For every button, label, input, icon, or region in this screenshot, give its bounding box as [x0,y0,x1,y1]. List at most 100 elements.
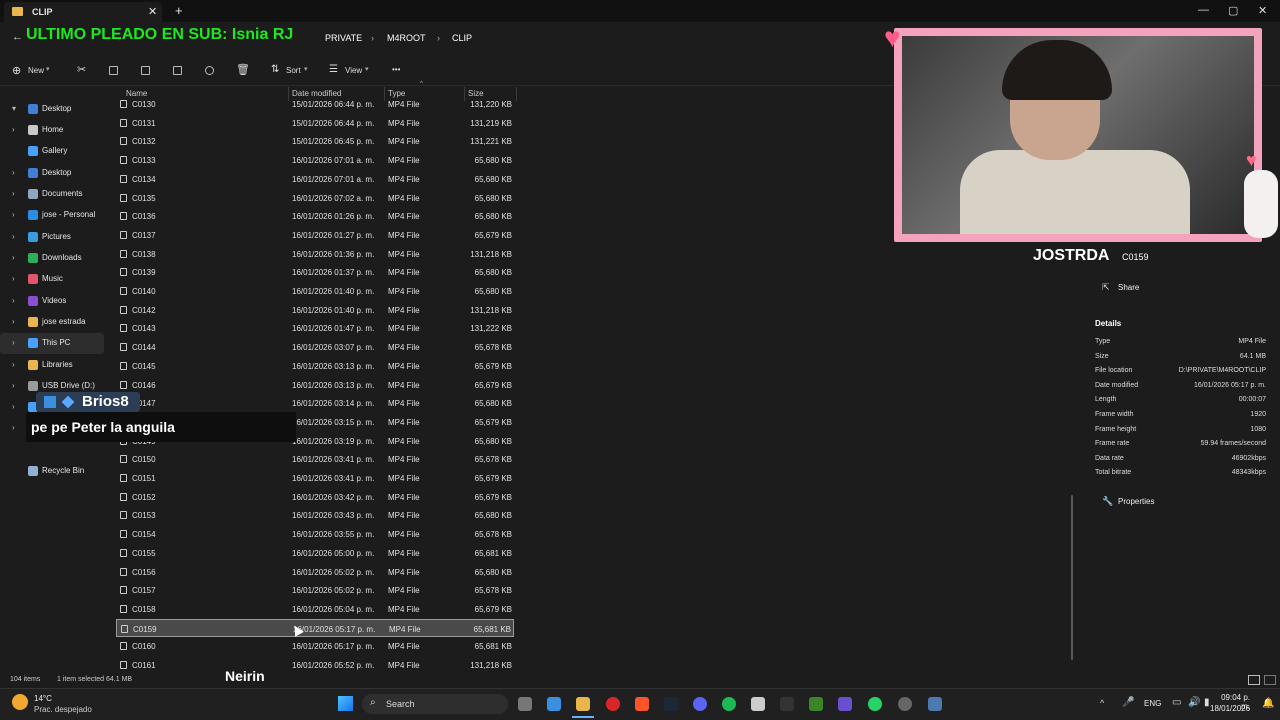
file-explorer-icon[interactable] [576,697,590,711]
table-row[interactable]: C0145 16/01/2026 03:13 p. m. MP4 File 65,67… [116,357,514,375]
sidebar-item-libraries[interactable]: › Libraries [0,355,104,376]
cut-icon[interactable]: ✂ [77,63,86,76]
language-indicator[interactable]: ENG [1144,699,1161,708]
paste-icon[interactable] [141,66,150,75]
battery-icon[interactable]: ▮ [1204,697,1210,708]
epic-games-icon[interactable] [780,697,794,711]
table-row[interactable]: C0134 16/01/2026 07:01 a. m. MP4 File 65,68… [116,170,514,188]
tray-chevron-up-icon[interactable]: ^ [1100,698,1104,708]
table-row[interactable]: C0156 16/01/2026 05:02 p. m. MP4 File 65,68… [116,563,514,581]
table-row[interactable]: C0135 16/01/2026 07:02 a. m. MP4 File 65,68… [116,189,514,207]
sidebar-item-music[interactable]: › Music [0,269,104,290]
new-button[interactable]: New [28,66,44,75]
table-row[interactable]: C0152 16/01/2026 03:42 p. m. MP4 File 65,67… [116,488,514,506]
whatsapp-icon[interactable] [868,697,882,711]
table-row[interactable]: C0132 15/01/2026 06:45 p. m. MP4 File 131,2… [116,132,514,150]
sidebar-item-downloads[interactable]: › Downloads [0,248,104,269]
steam-icon[interactable] [664,697,678,711]
table-row[interactable]: C0150 16/01/2026 03:41 p. m. MP4 File 65,67… [116,450,514,468]
chevron-icon[interactable]: › [12,296,15,305]
view-button[interactable]: View [345,66,362,75]
table-row[interactable]: C0151 16/01/2026 03:41 p. m. MP4 File 65,67… [116,469,514,487]
sidebar-item-home[interactable]: › Home [0,120,104,141]
table-row[interactable]: C0155 16/01/2026 05:00 p. m. MP4 File 65,68… [116,544,514,562]
chevron-icon[interactable]: › [12,253,15,262]
widgets-icon[interactable] [547,697,561,711]
sidebar-item-gallery[interactable]: Gallery [0,141,104,162]
table-row[interactable]: C0153 16/01/2026 03:43 p. m. MP4 File 65,68… [116,506,514,524]
sidebar-item-pictures[interactable]: › Pictures [0,227,104,248]
sidebar-item-jose-estrada[interactable]: › jose estrada [0,312,104,333]
chrome-icon[interactable] [898,697,912,711]
sidebar-item-documents[interactable]: › Documents [0,184,104,205]
sidebar-item-this-pc[interactable]: › This PC [0,333,104,354]
chevron-icon[interactable]: › [12,168,15,177]
details-view-icon[interactable] [1248,675,1260,685]
column-divider[interactable] [516,87,517,101]
properties-button[interactable]: 🔧 Properties [1096,493,1166,511]
close-window-button[interactable]: ✕ [1258,4,1267,17]
chevron-icon[interactable]: › [12,402,15,411]
network-icon[interactable]: ▭ [1172,697,1181,708]
sidebar-item-jose-personal[interactable]: › jose - Personal [0,205,104,226]
opera-icon[interactable] [606,697,620,711]
table-row[interactable]: C0154 16/01/2026 03:55 p. m. MP4 File 65,67… [116,525,514,543]
tab-close-icon[interactable]: ✕ [148,5,157,18]
minimize-button[interactable]: — [1198,4,1209,16]
sidebar-item-recycle-bin[interactable]: Recycle Bin [0,461,104,482]
clock-date[interactable]: 18/01/2026 [1210,704,1250,713]
app-icon[interactable] [838,697,852,711]
table-row[interactable]: C0138 16/01/2026 01:36 p. m. MP4 File 131,2… [116,245,514,263]
table-row[interactable]: C0140 16/01/2026 01:40 p. m. MP4 File 65,68… [116,282,514,300]
table-row[interactable]: C0139 16/01/2026 01:37 p. m. MP4 File 65,68… [116,263,514,281]
table-row[interactable]: C0143 16/01/2026 01:47 p. m. MP4 File 131,2… [116,319,514,337]
task-view-icon[interactable] [518,697,532,711]
chevron-icon[interactable]: › [12,423,15,432]
settings-gear-icon[interactable] [928,697,942,711]
new-tab-button[interactable]: + [175,3,183,18]
sidebar-item-desktop[interactable]: › Desktop [0,163,104,184]
chevron-icon[interactable]: › [12,189,15,198]
chevron-icon[interactable]: › [12,338,15,347]
sidebar-item-videos[interactable]: › Videos [0,291,104,312]
start-button-icon[interactable] [338,696,353,711]
taskbar-search[interactable]: ⌕ Search [362,694,508,714]
weather-temp[interactable]: 14°C [34,694,52,703]
table-row[interactable]: C0144 16/01/2026 03:07 p. m. MP4 File 65,67… [116,338,514,356]
tiles-view-icon[interactable] [1264,675,1276,685]
vertical-scrollbar[interactable] [1071,495,1073,660]
brave-icon[interactable] [635,697,649,711]
share-icon[interactable] [205,66,214,75]
microphone-icon[interactable]: 🎤 [1122,697,1134,708]
chevron-icon[interactable]: › [12,232,15,241]
chevron-icon[interactable]: › [12,381,15,390]
table-row[interactable]: C0158 16/01/2026 05:04 p. m. MP4 File 65,67… [116,600,514,618]
back-arrow-icon[interactable]: ← [12,31,23,43]
breadcrumb-clip[interactable]: CLIP [452,33,472,43]
chevron-icon[interactable]: › [12,125,15,134]
sidebar-item-desktop[interactable]: ▾ Desktop [0,99,104,120]
table-row[interactable]: C0136 16/01/2026 01:26 p. m. MP4 File 65,68… [116,207,514,225]
app-icon[interactable] [751,697,765,711]
breadcrumb-m4root[interactable]: M4ROOT [387,33,426,43]
tab-clip[interactable]: CLIP ✕ [4,2,162,22]
chevron-icon[interactable]: › [12,317,15,326]
table-row[interactable]: C0130 15/01/2026 06:44 p. m. MP4 File 131,2… [116,95,514,113]
table-row[interactable]: C0157 16/01/2026 05:02 p. m. MP4 File 65,67… [116,581,514,599]
delete-icon[interactable]: 🗑 [236,63,250,76]
table-row[interactable]: C0131 15/01/2026 06:44 p. m. MP4 File 131,2… [116,114,514,132]
chevron-icon[interactable]: ▾ [12,104,16,113]
volume-icon[interactable]: 🔊 [1188,697,1200,708]
breadcrumb-private[interactable]: PRIVATE [325,33,362,43]
chevron-icon[interactable]: › [12,360,15,369]
table-row[interactable]: C0147 16/01/2026 03:14 p. m. MP4 File 65,68… [116,394,514,412]
spotify-icon[interactable] [722,697,736,711]
table-row[interactable]: C0133 16/01/2026 07:01 a. m. MP4 File 65,68… [116,151,514,169]
table-row[interactable]: C0146 16/01/2026 03:13 p. m. MP4 File 65,67… [116,376,514,394]
notification-bell-icon[interactable]: 🔔 [1262,698,1274,709]
share-button[interactable]: ⇱ Share [1096,279,1148,297]
table-row[interactable]: C0159 16/01/2026 05:17 p. m. MP4 File 65,68… [116,618,514,637]
discord-icon[interactable] [693,697,707,711]
copy-icon[interactable] [109,66,118,75]
chevron-icon[interactable]: › [12,210,15,219]
